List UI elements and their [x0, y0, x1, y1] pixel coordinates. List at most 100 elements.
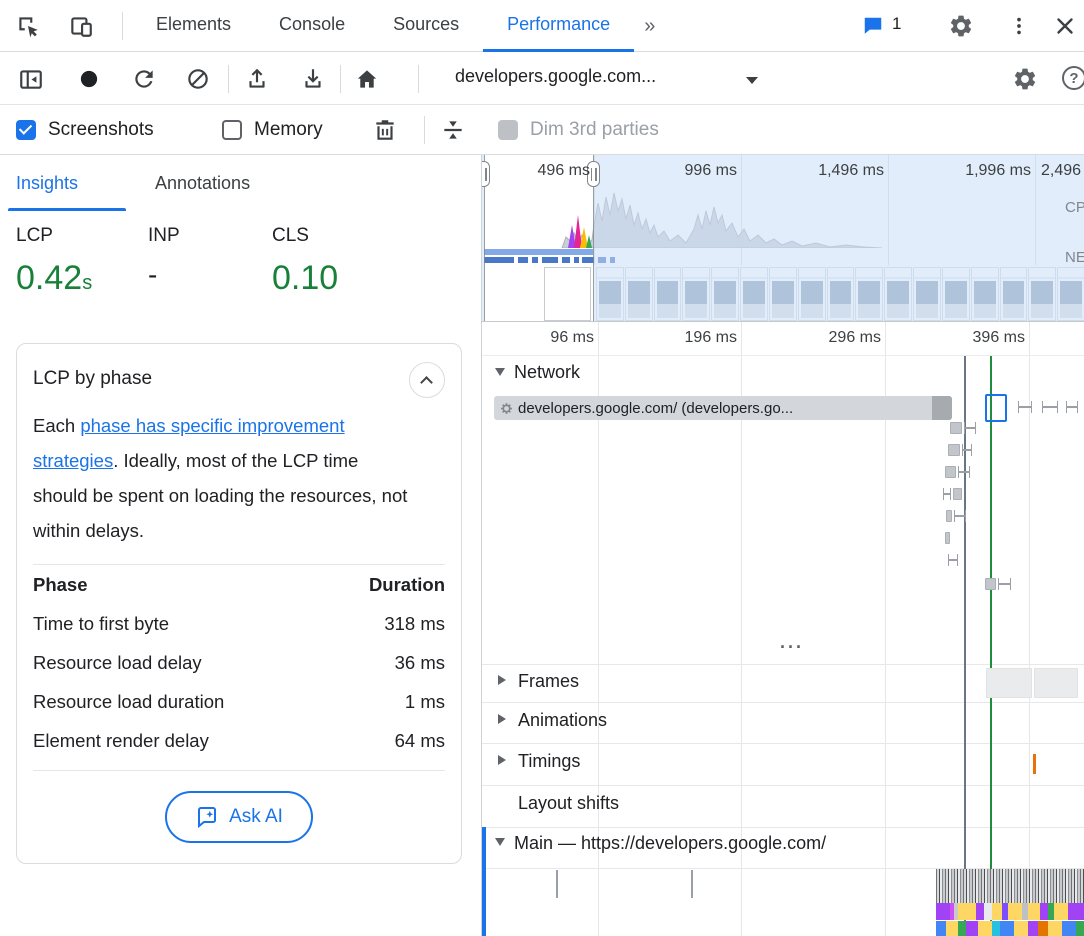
overview-dim-right — [594, 155, 1084, 322]
network-request-bar[interactable]: developers.google.com/ (developers.go... — [494, 396, 952, 420]
expand-frames-triangle[interactable] — [498, 675, 506, 685]
metric-cls[interactable]: CLS 0.10 — [272, 225, 338, 298]
network-request-bar[interactable] — [946, 510, 952, 522]
selection-left-handle[interactable] — [482, 161, 490, 187]
card-description: Each phase has specific improvement stra… — [33, 408, 409, 548]
request-label: developers.google.com/ (developers.go... — [518, 400, 793, 417]
metric-label: LCP — [16, 225, 92, 247]
metric-lcp[interactable]: LCP 0.42s — [16, 225, 92, 298]
overview-tick: 1,496 ms — [800, 162, 884, 180]
flame-chart-row[interactable] — [936, 921, 1084, 936]
timeline-overview[interactable]: 496 ms 996 ms 1,496 ms 1,996 ms 2,496 ms… — [482, 155, 1084, 322]
lcp-marker-line — [990, 356, 992, 936]
network-request-whisker[interactable] — [958, 466, 970, 478]
network-request-whisker[interactable] — [964, 422, 976, 434]
screenshots-checkbox[interactable]: Screenshots — [16, 119, 154, 141]
tab-performance[interactable]: Performance — [483, 0, 634, 52]
phase-duration: 36 ms — [395, 643, 445, 682]
network-request-bar[interactable] — [945, 532, 950, 544]
expand-animations-triangle[interactable] — [498, 714, 506, 724]
network-overflow-expander[interactable]: ... — [767, 632, 817, 653]
overview-tick: 496 ms — [506, 162, 590, 180]
timing-mark[interactable] — [1033, 754, 1036, 774]
track-timings-label[interactable]: Timings — [518, 751, 580, 772]
network-request-whisker[interactable] — [998, 578, 1011, 590]
metric-inp[interactable]: INP - — [148, 225, 180, 291]
table-row: Resource load duration 1 ms — [33, 682, 445, 721]
collapse-network-triangle[interactable] — [495, 368, 505, 376]
table-row: Element render delay 64 ms — [33, 721, 445, 760]
load-profile-icon[interactable] — [240, 62, 274, 96]
frame-block[interactable] — [986, 668, 1032, 698]
screenshot-thumb[interactable] — [544, 267, 591, 321]
ask-ai-label: Ask AI — [229, 806, 283, 828]
ask-ai-button[interactable]: Ask AI — [165, 791, 313, 843]
collapse-main-triangle[interactable] — [495, 838, 505, 846]
collect-garbage-icon[interactable] — [368, 113, 402, 147]
tab-elements[interactable]: Elements — [132, 0, 255, 52]
main-thread-task[interactable] — [691, 870, 693, 898]
track-main-label[interactable]: Main — https://developers.google.com/ — [514, 833, 826, 854]
record-button[interactable] — [72, 62, 106, 96]
card-title: LCP by phase — [33, 362, 152, 390]
expand-timings-triangle[interactable] — [498, 755, 506, 765]
tab-console[interactable]: Console — [255, 0, 369, 52]
clear-button[interactable] — [181, 62, 215, 96]
network-request-whisker[interactable] — [954, 510, 966, 522]
save-profile-icon[interactable] — [296, 62, 330, 96]
device-toolbar-button[interactable] — [64, 9, 98, 43]
home-icon[interactable] — [350, 62, 384, 96]
phase-duration: 1 ms — [405, 682, 445, 721]
selected-request-outline[interactable] — [985, 394, 1007, 422]
track-layout-shifts-label[interactable]: Layout shifts — [518, 793, 619, 814]
metric-label: CLS — [272, 225, 338, 247]
kebab-menu-icon[interactable] — [1002, 9, 1036, 43]
settings-gear-icon[interactable] — [944, 9, 978, 43]
network-activity-bar — [484, 249, 593, 255]
main-thread-task-cluster[interactable] — [936, 869, 1084, 903]
close-devtools-icon[interactable] — [1048, 9, 1082, 43]
table-row: Resource load delay 36 ms — [33, 643, 445, 682]
network-request-whisker[interactable] — [943, 488, 951, 500]
dim-3rd-parties-checkbox[interactable]: Dim 3rd parties — [498, 119, 659, 141]
network-request-bar[interactable] — [945, 466, 956, 478]
track-frames-label[interactable]: Frames — [518, 671, 579, 692]
record-and-reload-button[interactable] — [127, 62, 161, 96]
ruler-tick: 96 ms — [510, 329, 594, 347]
main-thread-task[interactable] — [556, 870, 558, 898]
collapse-card-button[interactable] — [409, 362, 445, 398]
network-request-bar[interactable] — [953, 488, 962, 500]
issues-icon[interactable] — [856, 9, 890, 43]
insights-sidebar: Insights Annotations LCP 0.42s INP - CLS… — [0, 155, 481, 936]
capture-settings-gear-icon[interactable] — [1008, 62, 1042, 96]
track-animations-label[interactable]: Animations — [518, 710, 607, 731]
overview-tick: 2,496 ms — [1041, 162, 1084, 180]
phase-name: Element render delay — [33, 721, 209, 760]
network-request-whisker[interactable] — [1066, 401, 1078, 413]
tab-sources[interactable]: Sources — [369, 0, 483, 52]
metric-label: INP — [148, 225, 180, 247]
network-request-whisker[interactable] — [1042, 401, 1058, 413]
frame-block[interactable] — [1034, 668, 1078, 698]
help-icon[interactable]: ? — [1062, 66, 1084, 90]
tab-annotations[interactable]: Annotations — [155, 155, 250, 211]
network-request-whisker[interactable] — [962, 444, 972, 456]
track-network-label[interactable]: Network — [514, 362, 580, 383]
inspect-element-button[interactable] — [11, 9, 45, 43]
network-request-whisker[interactable] — [1018, 401, 1032, 413]
network-request-bar[interactable] — [948, 444, 960, 456]
flame-chart-row[interactable] — [936, 903, 1084, 920]
timeline-main[interactable]: 96 ms 196 ms 296 ms 396 ms Network devel… — [482, 322, 1084, 936]
more-tabs-button[interactable]: » — [634, 0, 665, 52]
tab-insights[interactable]: Insights — [16, 155, 78, 211]
network-request-whisker[interactable] — [948, 554, 958, 566]
metric-value: - — [148, 259, 180, 291]
toggle-sidebar-icon[interactable] — [14, 62, 48, 96]
ruler-tick: 196 ms — [653, 329, 737, 347]
overview-tick: 996 ms — [653, 162, 737, 180]
memory-checkbox[interactable]: Memory — [222, 119, 323, 141]
track-separator — [482, 785, 1084, 786]
network-request-bar[interactable] — [950, 422, 962, 434]
collapse-sections-icon[interactable] — [436, 113, 470, 147]
network-request-bar[interactable] — [985, 578, 996, 590]
